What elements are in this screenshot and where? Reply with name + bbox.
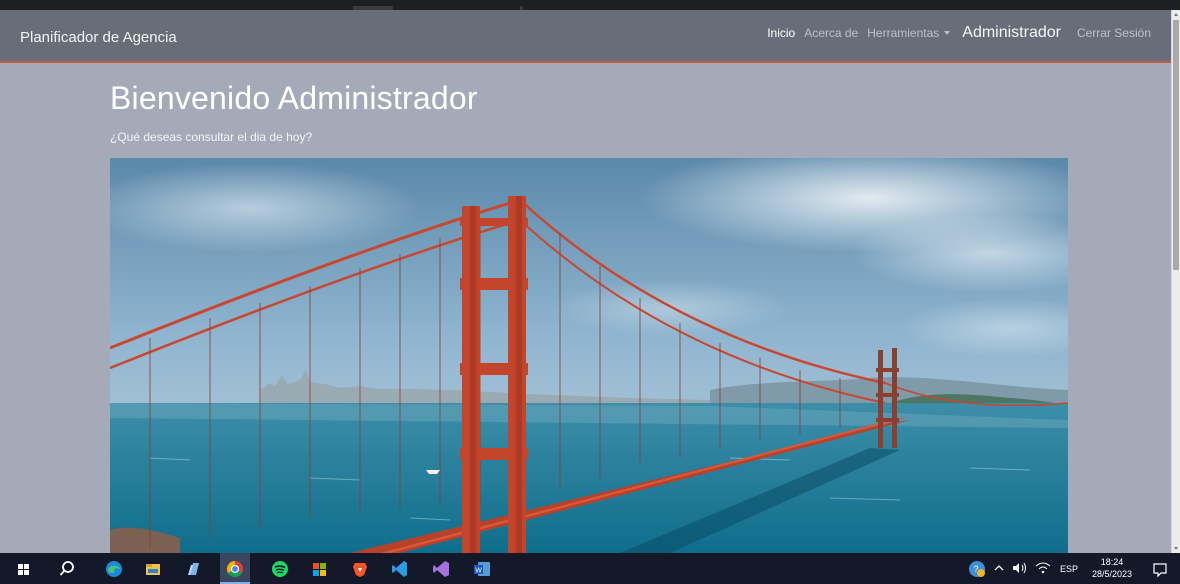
svg-text:?: ? [973,564,978,574]
svg-text:W: W [475,568,482,575]
search-icon[interactable] [57,559,77,579]
edge-browser-icon[interactable] [104,559,124,579]
top-navbar: Planificador de Agencia Inicio Acerca de… [0,10,1171,63]
visual-studio-icon[interactable] [431,559,451,579]
brand-link[interactable]: Planificador de Agencia [20,29,177,46]
taskbar-active-app[interactable] [220,553,250,584]
browser-top-strip [0,0,1180,10]
dropdown-caret-icon [944,31,951,35]
scrollbar-thumb[interactable] [1173,20,1179,270]
scroll-down-arrow-icon[interactable] [1174,547,1178,550]
nav-item-herramientas[interactable]: Herramientas [867,26,951,40]
microsoft-store-icon[interactable] [309,559,329,579]
windows-taskbar: W ? ESP 18:24 28/5/2023 [0,553,1180,584]
page-title: Bienvenido Administrador [110,80,478,116]
file-explorer-icon[interactable] [143,559,163,579]
golden-gate-bridge-illustration [110,158,1068,553]
page-scrollbar[interactable] [1171,10,1180,553]
language-indicator[interactable]: ESP [1060,564,1078,574]
scroll-up-arrow-icon[interactable] [1174,13,1178,16]
chevron-up-icon[interactable] [992,561,1006,575]
notifications-icon[interactable] [1150,559,1170,579]
nav-item-inicio[interactable]: Inicio [767,26,795,40]
word-icon[interactable]: W [472,559,492,579]
hero-image [110,158,1068,553]
notes-app-icon[interactable] [184,559,204,579]
volume-icon[interactable] [1011,561,1029,575]
wifi-icon[interactable] [1035,561,1051,575]
taskbar-clock[interactable]: 18:24 28/5/2023 [1088,556,1136,580]
nav-item-acerca-de[interactable]: Acerca de [804,26,858,40]
page-subtitle: ¿Qué deseas consultar el dia de hoy? [110,130,313,144]
chrome-icon [226,560,243,578]
nav-item-herramientas-label: Herramientas [867,26,940,40]
clock-time: 18:24 [1100,557,1124,567]
nav-item-cerrar-sesion[interactable]: Cerrar Sesión [1077,26,1151,40]
windows-start-icon[interactable] [14,559,34,579]
spotify-icon[interactable] [270,559,290,579]
brave-browser-icon[interactable] [350,559,370,579]
clock-date: 28/5/2023 [1091,569,1133,579]
vscode-icon[interactable] [390,559,410,579]
nav-item-administrador[interactable]: Administrador [962,24,1061,42]
nav-menu: Inicio Acerca de Herramientas Administra… [758,24,1151,42]
help-icon[interactable]: ? [967,559,987,579]
